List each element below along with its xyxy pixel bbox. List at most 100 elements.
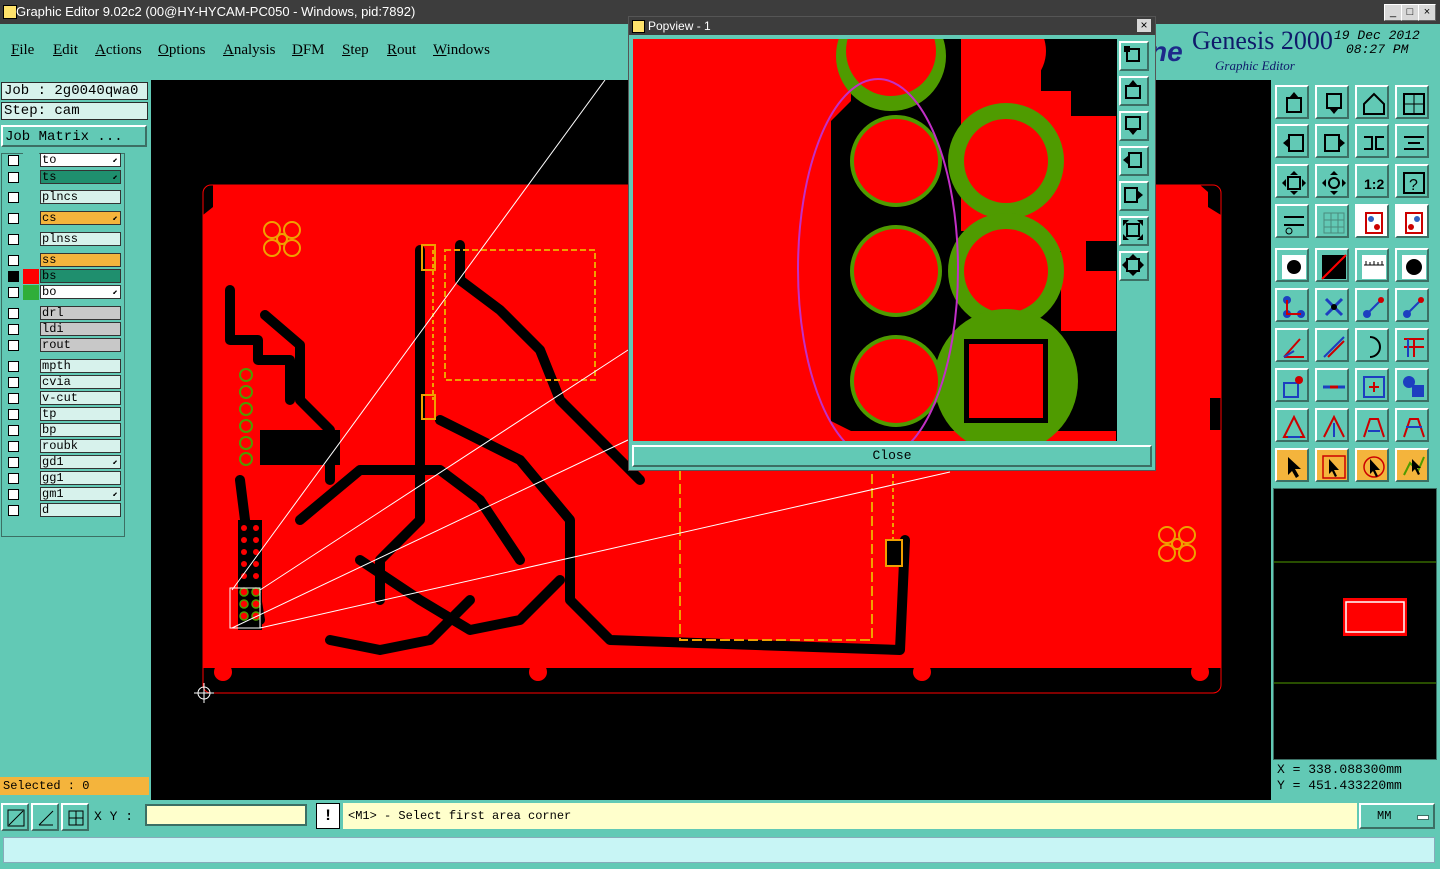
select-net-tool[interactable] (1395, 448, 1429, 482)
grid-tool[interactable] (1315, 204, 1349, 238)
layer-checkbox[interactable] (8, 271, 19, 282)
layer-color-swatch[interactable] (23, 338, 39, 353)
cross-tool[interactable] (1315, 288, 1349, 322)
layer-color-swatch[interactable] (23, 253, 39, 268)
angle-snap-button[interactable] (31, 803, 59, 831)
menu-analysis[interactable]: Analysis (223, 42, 276, 59)
layer-checkbox[interactable] (8, 409, 19, 420)
popview-fit-button[interactable] (1119, 216, 1149, 246)
layer-color-swatch[interactable] (23, 232, 39, 247)
layer-color-swatch[interactable] (23, 153, 39, 168)
layer-row-to[interactable]: to ⬋ (5, 153, 121, 168)
menu-actions[interactable]: Actions (95, 42, 142, 59)
popview-close-x[interactable]: × (1137, 19, 1151, 32)
layer-color-swatch[interactable] (23, 391, 39, 406)
popview-expand-button[interactable] (1119, 251, 1149, 281)
layer-color-swatch[interactable] (23, 269, 39, 284)
layer-name[interactable]: bs (40, 269, 121, 283)
layer-row-tp[interactable]: tp (5, 407, 121, 422)
fill-tool[interactable] (1395, 248, 1429, 282)
popview-pan-left-button[interactable] (1119, 146, 1149, 176)
pad-tool[interactable] (1275, 248, 1309, 282)
layer-color-swatch[interactable] (23, 423, 39, 438)
xy-input[interactable] (145, 804, 307, 826)
layer-checkbox[interactable] (8, 172, 19, 183)
layer-row-v-cut[interactable]: v-cut (5, 391, 121, 406)
layer-checkbox[interactable] (8, 234, 19, 245)
frame-tool[interactable] (1355, 368, 1389, 402)
popview-pan-down-button[interactable] (1119, 111, 1149, 141)
line-pad-tool[interactable] (1355, 288, 1389, 322)
layer-name[interactable]: ss (40, 253, 121, 267)
window-tool[interactable] (1395, 85, 1429, 119)
layer-row-bo[interactable]: bo ⬋ (5, 285, 121, 300)
popview-pan-up-button[interactable] (1119, 76, 1149, 106)
layer-color-swatch[interactable] (23, 407, 39, 422)
layer-checkbox[interactable] (8, 441, 19, 452)
line-pad2-tool[interactable] (1395, 288, 1429, 322)
layer-row-mpth[interactable]: mpth (5, 359, 121, 374)
flip-tool[interactable] (1395, 124, 1429, 158)
angle-tool[interactable] (1275, 328, 1309, 362)
layer-name[interactable]: plnss (40, 232, 121, 246)
menu-file[interactable]: File (11, 42, 34, 59)
layer-name[interactable]: gd1 ⬋ (40, 455, 121, 469)
popview-canvas[interactable] (633, 39, 1117, 441)
split-tool[interactable] (1395, 328, 1429, 362)
menu-step[interactable]: Step (342, 42, 369, 59)
pan-tool[interactable] (1315, 164, 1349, 198)
layer-name[interactable]: plncs (40, 190, 121, 204)
zoom-fit-tool[interactable] (1275, 164, 1309, 198)
popview-pan-right-button[interactable] (1119, 181, 1149, 211)
layer-checkbox[interactable] (8, 287, 19, 298)
layer-checkbox[interactable] (8, 505, 19, 516)
triangle-tool[interactable] (1275, 408, 1309, 442)
layer-color-swatch[interactable] (23, 471, 39, 486)
scale-tool[interactable]: 1:2 (1355, 164, 1389, 198)
layer-row-drl[interactable]: drl (5, 306, 121, 321)
layer-row-rout[interactable]: rout (5, 338, 121, 353)
mirror-tool[interactable] (1355, 124, 1389, 158)
measure-tool[interactable] (1275, 204, 1309, 238)
home-tool[interactable] (1355, 85, 1389, 119)
layer-color-swatch[interactable] (23, 306, 39, 321)
layer-name[interactable]: tp (40, 407, 121, 421)
layer-color-swatch[interactable] (23, 359, 39, 374)
layer-row-gm1[interactable]: gm1 ⬋ (5, 487, 121, 502)
snap-button[interactable] (1, 803, 29, 831)
layer-checkbox[interactable] (8, 377, 19, 388)
layer-row-ss[interactable]: ss (5, 253, 121, 268)
layer-name[interactable]: ts ⬋ (40, 170, 121, 184)
layer-name[interactable]: cvia (40, 375, 121, 389)
layer-checkbox[interactable] (8, 308, 19, 319)
menu-options[interactable]: Options (158, 42, 206, 59)
layer-checkbox[interactable] (8, 473, 19, 484)
arc-tool[interactable] (1355, 328, 1389, 362)
layer-color-swatch[interactable] (23, 455, 39, 470)
layer-up-tool[interactable] (1355, 204, 1389, 238)
layer-checkbox[interactable] (8, 340, 19, 351)
select-arrow-tool[interactable] (1275, 448, 1309, 482)
layer-name[interactable]: gg1 (40, 471, 121, 485)
layer-row-ts[interactable]: ts ⬋ (5, 170, 121, 185)
layer-name[interactable]: mpth (40, 359, 121, 373)
arch-tool[interactable] (1355, 408, 1389, 442)
layer-name[interactable]: roubk (40, 439, 121, 453)
select-box-tool[interactable] (1315, 448, 1349, 482)
layer-row-ldi[interactable]: ldi (5, 322, 121, 337)
help-tool[interactable]: ? (1395, 164, 1429, 198)
layer-name[interactable]: gm1 ⬋ (40, 487, 121, 501)
layer-checkbox[interactable] (8, 324, 19, 335)
move-right-tool[interactable] (1315, 124, 1349, 158)
layer-checkbox[interactable] (8, 361, 19, 372)
nodes-tool[interactable] (1275, 288, 1309, 322)
layer-row-plncs[interactable]: plncs (5, 190, 121, 205)
layer-row-bs[interactable]: bs (5, 269, 121, 284)
layer-checkbox[interactable] (8, 489, 19, 500)
arch2-tool[interactable] (1395, 408, 1429, 442)
layer-name[interactable]: drl (40, 306, 121, 320)
layer-row-gg1[interactable]: gg1 (5, 471, 121, 486)
layer-name[interactable]: bp (40, 423, 121, 437)
layer-checkbox[interactable] (8, 425, 19, 436)
layer-row-bp[interactable]: bp (5, 423, 121, 438)
